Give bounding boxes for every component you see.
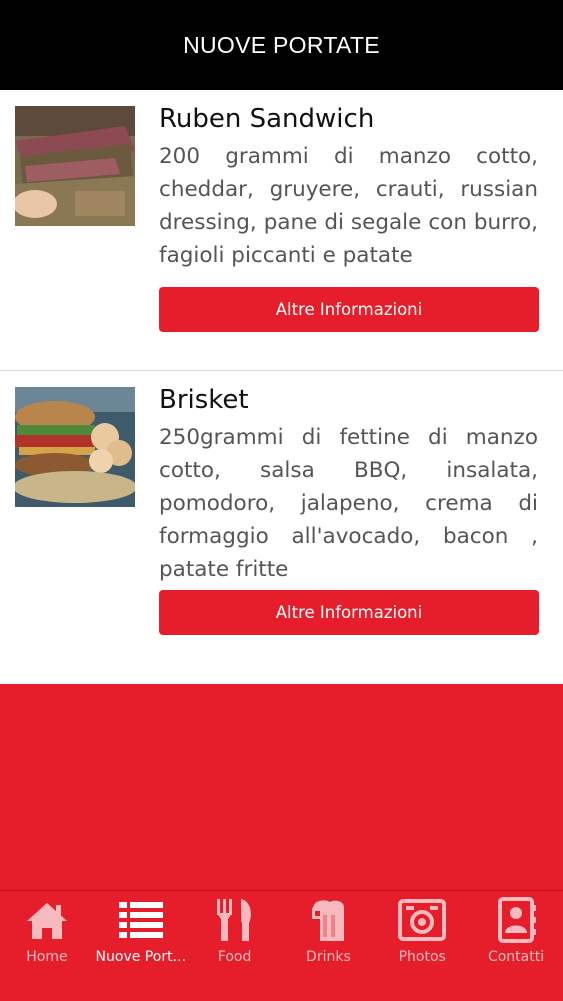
tab-photos[interactable]: Photos — [375, 891, 469, 1001]
beer-mug-icon — [312, 900, 345, 941]
contact-book-icon — [498, 897, 537, 943]
dish-description: 250grammi di fettine di manzo cotto, sal… — [159, 425, 538, 582]
tab-label: Nuove Port... — [95, 949, 186, 965]
dish-image[interactable] — [15, 106, 135, 226]
list-item: Brisket 250grammi di fettine di manzo co… — [0, 371, 563, 684]
tab-bar: Home Nuove Port... Food Drinks Photos Co… — [0, 890, 563, 1001]
dish-description: 200 grammi di manzo cotto, cheddar, gruy… — [159, 144, 538, 268]
dish-title: Brisket — [159, 385, 249, 415]
tab-label: Food — [217, 949, 252, 965]
tab-nuove-portate[interactable]: Nuove Port... — [94, 891, 188, 1001]
tab-label: Home — [26, 949, 68, 965]
tab-home[interactable]: Home — [0, 891, 94, 1001]
more-info-button[interactable]: Altre Informazioni — [159, 590, 539, 635]
dish-title: Ruben Sandwich — [159, 104, 375, 134]
nav-header: NUOVE PORTATE — [0, 0, 563, 90]
list-icon — [118, 902, 163, 938]
tab-food[interactable]: Food — [188, 891, 282, 1001]
tab-contatti[interactable]: Contatti — [469, 891, 563, 1001]
tab-label: Contatti — [487, 949, 545, 965]
tab-drinks[interactable]: Drinks — [281, 891, 375, 1001]
fork-knife-icon — [216, 899, 251, 941]
list-item: Ruben Sandwich 200 grammi di manzo cotto… — [0, 90, 563, 371]
more-info-button[interactable]: Altre Informazioni — [159, 287, 539, 332]
home-icon — [26, 903, 67, 939]
page-title: NUOVE PORTATE — [183, 31, 380, 58]
dish-list: Ruben Sandwich 200 grammi di manzo cotto… — [0, 90, 563, 684]
camera-icon — [398, 899, 447, 941]
dish-image[interactable] — [15, 387, 135, 507]
tab-label: Drinks — [306, 949, 351, 965]
tab-label: Photos — [398, 949, 446, 965]
